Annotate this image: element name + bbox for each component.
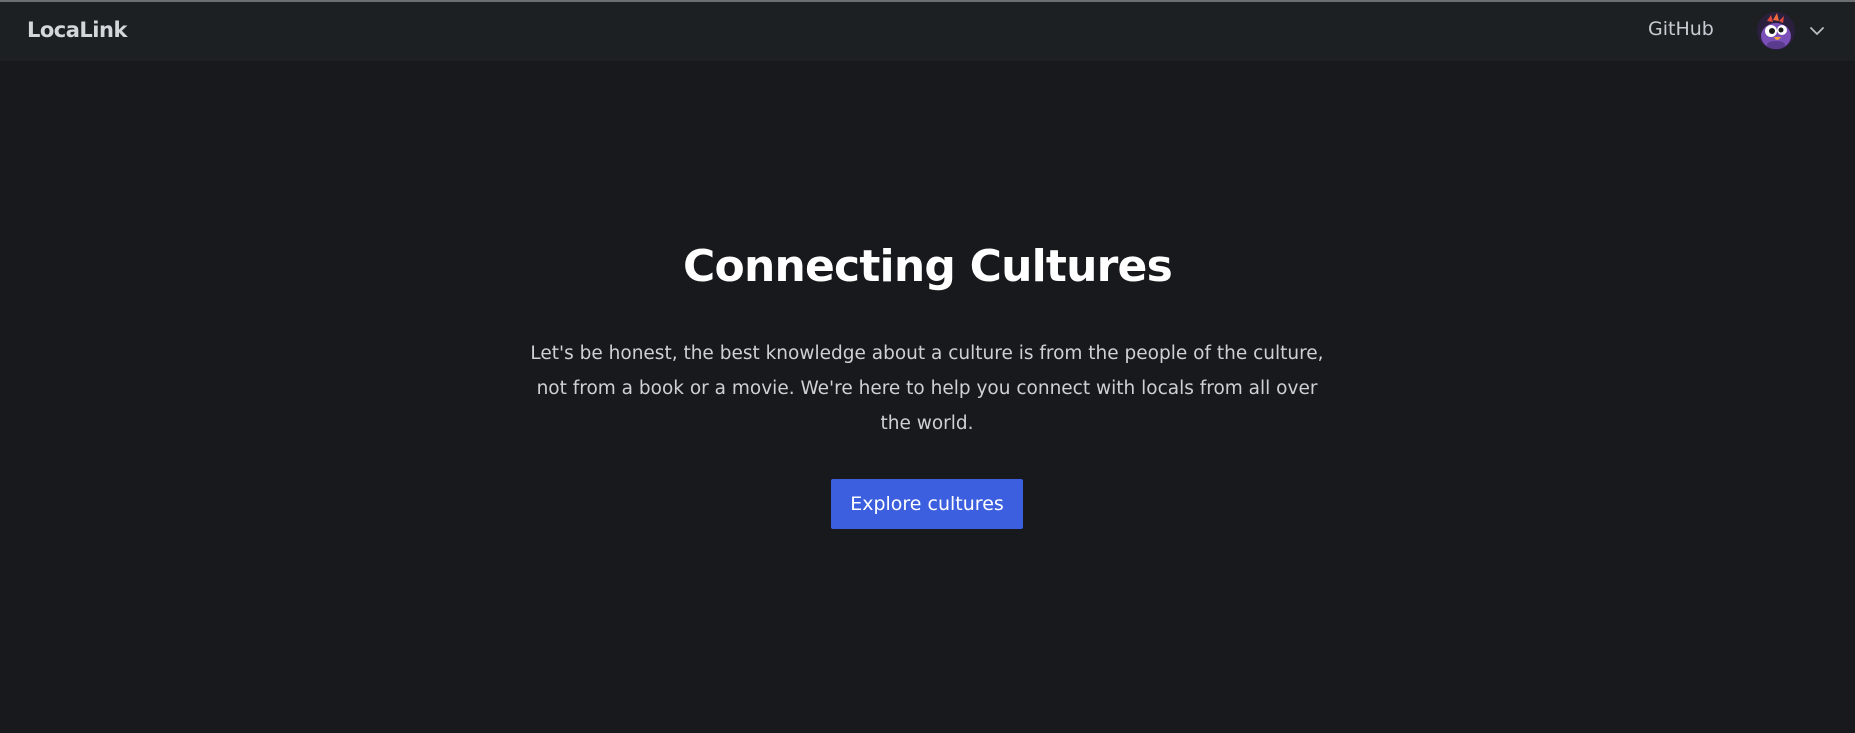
hero-description: Let's be honest, the best knowledge abou… — [530, 343, 1324, 434]
chevron-down-icon[interactable] — [1809, 25, 1825, 37]
explore-cultures-button[interactable]: Explore cultures — [831, 479, 1023, 529]
user-menu-toggle[interactable] — [1757, 12, 1825, 52]
brand-logo[interactable]: LocaLink — [27, 18, 127, 42]
cartoon-bird-avatar-icon — [1757, 12, 1795, 50]
nav-link-github[interactable]: GitHub — [1648, 18, 1714, 40]
hero-title: Connecting Cultures — [683, 241, 1173, 292]
navbar: LocaLink GitHub — [0, 2, 1855, 61]
avatar[interactable] — [1757, 12, 1795, 50]
hero-section: Connecting Cultures Let's be honest, the… — [0, 61, 1855, 733]
